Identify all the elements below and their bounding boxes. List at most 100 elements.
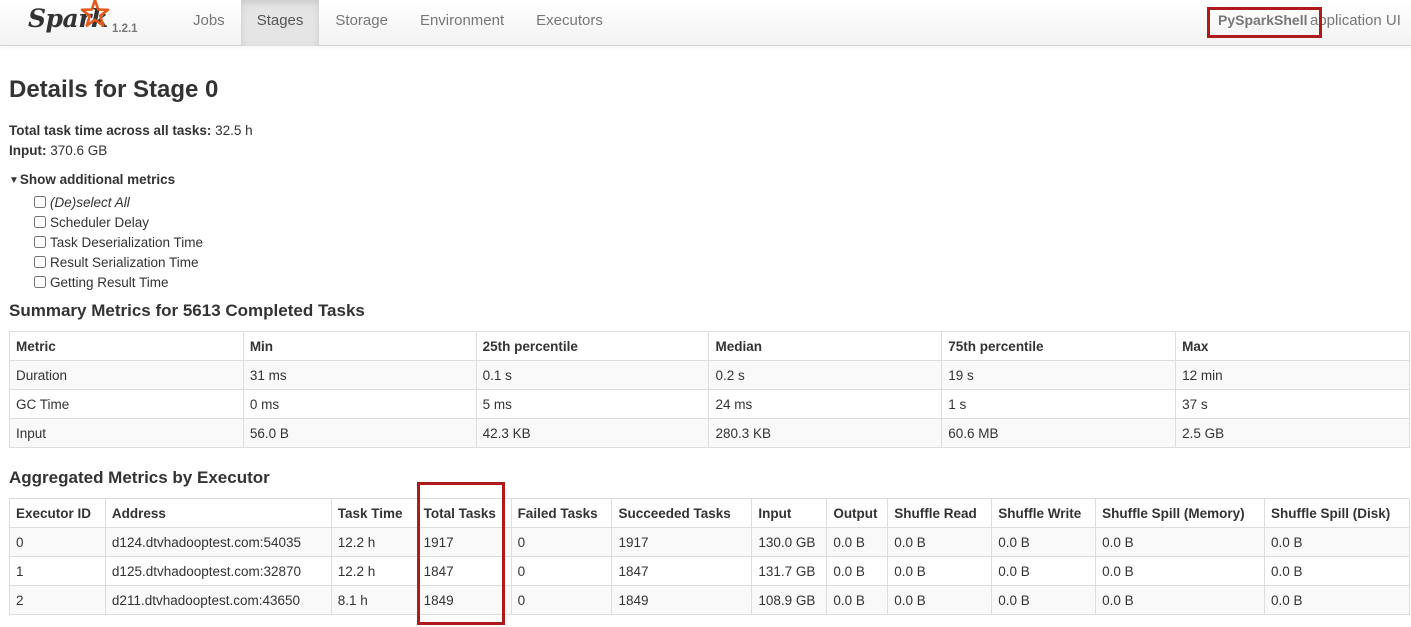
table-cell: 12 min <box>1175 360 1410 390</box>
table-cell: 280.3 KB <box>708 418 943 448</box>
task-deserialization-time-checkbox[interactable] <box>34 236 46 248</box>
table-cell: 0.0 B <box>826 556 889 586</box>
table-cell: 130.0 GB <box>751 527 828 557</box>
getting-result-time-label: Getting Result Time <box>50 274 169 290</box>
summary-metrics-title: Summary Metrics for 5613 Completed Tasks <box>9 301 365 320</box>
tab-environment[interactable]: Environment <box>404 0 520 46</box>
table-cell: 2 <box>9 585 106 615</box>
table-cell: 0.0 B <box>826 527 889 557</box>
table-cell: 0 <box>9 527 106 557</box>
table-cell: 2.5 GB <box>1175 418 1410 448</box>
table-cell: 0 ms <box>242 389 477 419</box>
total-task-time-line: Total task time across all tasks: 32.5 h <box>9 123 253 138</box>
column-header[interactable]: Total Tasks <box>416 498 512 528</box>
aggregated-metrics-title: Aggregated Metrics by Executor <box>9 468 270 487</box>
tab-storage[interactable]: Storage <box>319 0 404 46</box>
spark-star-icon <box>80 0 110 27</box>
column-header[interactable]: Shuffle Spill (Disk) <box>1264 498 1410 528</box>
tab-stages[interactable]: Stages <box>240 0 320 46</box>
table-cell: 24 ms <box>708 389 943 419</box>
nav-tabs: Jobs Stages Storage Environment Executor… <box>177 0 619 46</box>
column-header[interactable]: Min <box>242 331 477 361</box>
app-name-highlight-box <box>1207 7 1322 38</box>
column-header[interactable]: Max <box>1175 331 1410 361</box>
app-ui-suffix: application UI <box>1310 12 1401 29</box>
result-serialization-time-label: Result Serialization Time <box>50 254 199 270</box>
triangle-down-icon: ▼ <box>9 175 19 186</box>
table-cell: 1 <box>9 556 106 586</box>
column-header[interactable]: Succeeded Tasks <box>611 498 753 528</box>
table-cell: 1849 <box>416 585 512 615</box>
column-header[interactable]: Output <box>826 498 889 528</box>
table-cell: 0.0 B <box>991 585 1097 615</box>
table-row: Input 56.0 B 42.3 KB 280.3 KB 60.6 MB 2.… <box>9 418 1410 448</box>
table-cell: 19 s <box>941 360 1177 390</box>
table-cell: 8.1 h <box>330 585 418 615</box>
table-cell: 0.0 B <box>991 527 1097 557</box>
table-cell: 0.2 s <box>708 360 943 390</box>
table-cell: 131.7 GB <box>751 556 828 586</box>
tab-jobs[interactable]: Jobs <box>177 0 241 46</box>
scheduler-delay-label: Scheduler Delay <box>50 214 150 230</box>
table-cell: 0.0 B <box>826 585 889 615</box>
column-header[interactable]: Shuffle Write <box>991 498 1097 528</box>
column-header[interactable]: Metric <box>9 331 244 361</box>
table-cell: 0.0 B <box>1095 556 1265 586</box>
deselect-all-label: (De)select All <box>50 194 130 210</box>
column-header[interactable]: Input <box>751 498 828 528</box>
result-serialization-time-checkbox[interactable] <box>34 256 46 268</box>
input-line: Input: 370.6 GB <box>9 143 107 158</box>
table-cell: d211.dtvhadooptest.com:43650 <box>104 585 332 615</box>
column-header[interactable]: Executor ID <box>9 498 106 528</box>
table-cell: Input <box>9 418 244 448</box>
table-header-row: Executor ID Address Task Time Total Task… <box>9 498 1410 528</box>
tab-executors[interactable]: Executors <box>520 0 619 46</box>
table-cell: 42.3 KB <box>475 418 710 448</box>
column-header[interactable]: Failed Tasks <box>510 498 613 528</box>
table-cell: 31 ms <box>242 360 477 390</box>
table-cell: 1917 <box>416 527 512 557</box>
page-title: Details for Stage 0 <box>9 76 219 103</box>
table-row: GC Time 0 ms 5 ms 24 ms 1 s 37 s <box>9 389 1410 419</box>
table-cell: 108.9 GB <box>751 585 828 615</box>
table-cell: 5 ms <box>475 389 710 419</box>
show-additional-metrics-label: Show additional metrics <box>19 172 176 187</box>
deselect-all-checkbox[interactable] <box>34 196 46 208</box>
column-header[interactable]: Shuffle Spill (Memory) <box>1095 498 1265 528</box>
table-cell: 37 s <box>1175 389 1410 419</box>
total-task-time-value: 32.5 h <box>215 123 253 138</box>
metric-option-deselect-all: (De)select All <box>34 193 130 211</box>
column-header[interactable]: Median <box>708 331 943 361</box>
column-header[interactable]: Shuffle Read <box>887 498 993 528</box>
column-header[interactable]: Address <box>104 498 332 528</box>
table-cell: 0.0 B <box>1095 585 1265 615</box>
table-cell: 0 <box>510 556 613 586</box>
table-cell: 1 s <box>941 389 1177 419</box>
table-cell: 12.2 h <box>330 527 418 557</box>
table-cell: 1849 <box>611 585 753 615</box>
executor-metrics-table: Executor ID Address Task Time Total Task… <box>9 498 1410 615</box>
table-cell: 0.0 B <box>1095 527 1265 557</box>
metric-option-task-deserialization-time: Task Deserialization Time <box>34 233 203 251</box>
scheduler-delay-checkbox[interactable] <box>34 216 46 228</box>
show-additional-metrics-toggle[interactable]: ▼Show additional metrics <box>9 172 175 187</box>
table-cell: 0.0 B <box>887 556 993 586</box>
column-header[interactable]: Task Time <box>330 498 418 528</box>
spark-logo[interactable]: Spark 1.2.1 <box>28 0 158 46</box>
table-row: 2 d211.dtvhadooptest.com:43650 8.1 h 184… <box>9 585 1410 615</box>
table-cell: 1847 <box>611 556 753 586</box>
table-cell: d125.dtvhadooptest.com:32870 <box>104 556 332 586</box>
getting-result-time-checkbox[interactable] <box>34 276 46 288</box>
input-label: Input: <box>9 143 47 158</box>
table-cell: d124.dtvhadooptest.com:54035 <box>104 527 332 557</box>
table-cell: 0.0 B <box>1264 585 1410 615</box>
table-cell: 0.0 B <box>1264 527 1410 557</box>
table-cell: 0.1 s <box>475 360 710 390</box>
table-cell: Duration <box>9 360 244 390</box>
brand-version: 1.2.1 <box>112 23 138 35</box>
column-header[interactable]: 75th percentile <box>941 331 1177 361</box>
top-navbar: Spark 1.2.1 Jobs Stages Storage Environm… <box>0 0 1411 46</box>
table-cell: 0.0 B <box>887 527 993 557</box>
column-header[interactable]: 25th percentile <box>475 331 710 361</box>
table-cell: 12.2 h <box>330 556 418 586</box>
